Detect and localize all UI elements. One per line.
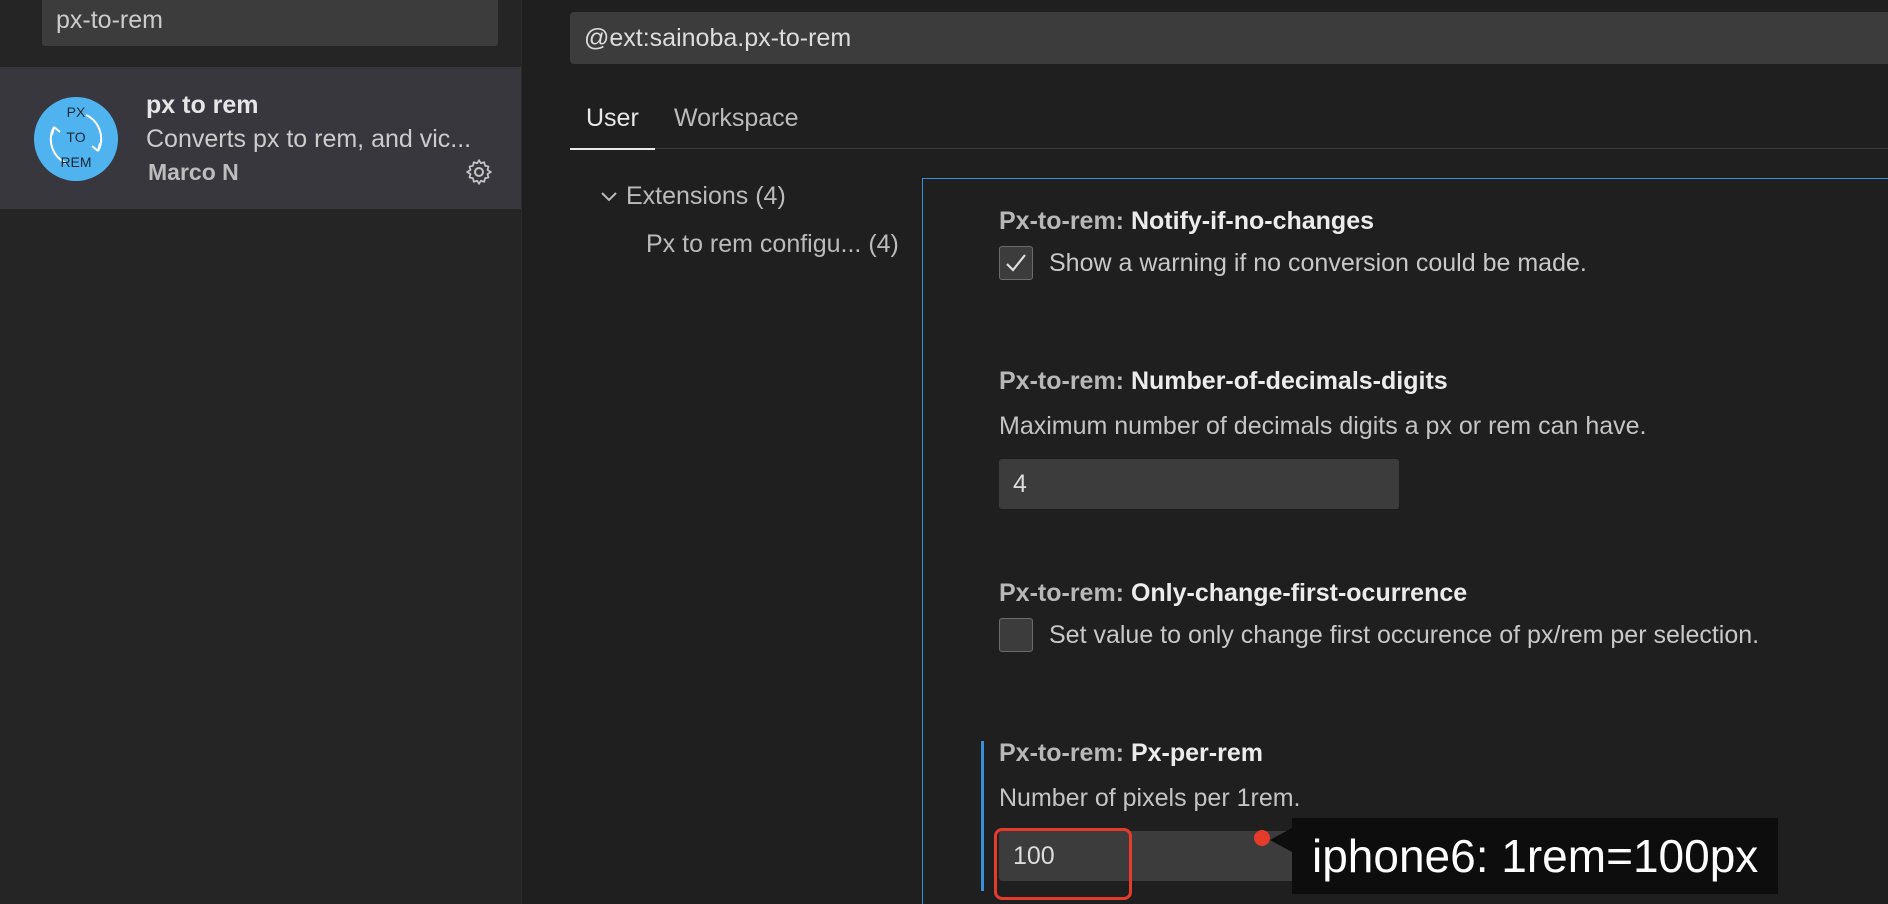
setting-title: Px-to-rem: Number-of-decimals-digits bbox=[999, 367, 1646, 396]
extension-list-item[interactable]: PX TO REM px to rem Converts px to rem, … bbox=[0, 67, 521, 209]
logo-text-to: TO bbox=[66, 129, 85, 145]
first-ocurrence-checkbox[interactable] bbox=[999, 618, 1033, 652]
toc-px-to-rem-configuration[interactable]: Px to rem configu... (4) bbox=[646, 230, 899, 259]
extensions-sidebar: px-to-rem PX TO REM px to rem Converts p… bbox=[0, 0, 522, 904]
logo-text-px: PX bbox=[67, 104, 86, 120]
decimals-digits-input[interactable]: 4 bbox=[999, 459, 1399, 509]
setting-description: Maximum number of decimals digits a px o… bbox=[999, 412, 1647, 440]
annotation-callout: iphone6: 1rem=100px bbox=[1269, 818, 1779, 894]
setting-key: Number-of-decimals-digits bbox=[1130, 367, 1448, 395]
setting-only-change-first-ocurrence: Px-to-rem: Only-change-first-ocurrence S… bbox=[999, 579, 1759, 652]
setting-category: Px-to-rem: bbox=[999, 367, 1131, 395]
modified-indicator bbox=[981, 741, 984, 891]
setting-title: Px-to-rem: Only-change-first-ocurrence bbox=[999, 579, 1759, 608]
check-icon bbox=[1006, 254, 1026, 272]
settings-list: Px-to-rem: Notify-if-no-changes Show a w… bbox=[922, 178, 1888, 904]
extension-description: Converts px to rem, and vic... bbox=[146, 125, 472, 153]
setting-category: Px-to-rem: bbox=[999, 579, 1131, 607]
setting-title: Px-to-rem: Notify-if-no-changes bbox=[999, 207, 1587, 236]
extension-author: Marco N bbox=[148, 159, 239, 185]
setting-key: Px-per-rem bbox=[1130, 739, 1263, 767]
setting-number-of-decimals-digits: Px-to-rem: Number-of-decimals-digits Max… bbox=[999, 367, 1646, 509]
setting-description: Number of pixels per 1rem. bbox=[999, 784, 1301, 812]
tab-workspace[interactable]: Workspace bbox=[674, 96, 799, 148]
settings-scope-tabs: User Workspace bbox=[570, 96, 1888, 150]
annotation-dot bbox=[1254, 830, 1270, 846]
extension-name: px to rem bbox=[146, 91, 259, 119]
annotation-highlight-box bbox=[994, 828, 1132, 900]
setting-key: Only-change-first-ocurrence bbox=[1130, 579, 1468, 607]
settings-editor: @ext:sainoba.px-to-rem User Workspace Ex… bbox=[522, 0, 1888, 904]
extension-search-input[interactable]: px-to-rem bbox=[42, 0, 498, 46]
tab-user[interactable]: User bbox=[570, 96, 655, 150]
checkbox-label: Set value to only change first occurence… bbox=[1049, 620, 1760, 649]
checkbox-label: Show a warning if no conversion could be… bbox=[1049, 248, 1587, 277]
toc-extensions-label: Extensions (4) bbox=[626, 182, 786, 210]
gear-icon[interactable] bbox=[464, 157, 494, 187]
logo-text-rem: REM bbox=[60, 154, 91, 170]
toc-extensions[interactable]: Extensions (4) bbox=[600, 182, 786, 211]
setting-title: Px-to-rem: Px-per-rem bbox=[999, 739, 1399, 768]
settings-search-input[interactable]: @ext:sainoba.px-to-rem bbox=[570, 12, 1888, 64]
notify-checkbox[interactable] bbox=[999, 246, 1033, 280]
setting-key: Notify-if-no-changes bbox=[1130, 207, 1375, 235]
setting-category: Px-to-rem: bbox=[999, 739, 1131, 767]
chevron-down-icon bbox=[601, 192, 617, 202]
px-to-rem-logo: PX TO REM bbox=[34, 97, 118, 181]
setting-category: Px-to-rem: bbox=[999, 207, 1131, 235]
setting-notify-if-no-changes: Px-to-rem: Notify-if-no-changes Show a w… bbox=[999, 207, 1587, 280]
